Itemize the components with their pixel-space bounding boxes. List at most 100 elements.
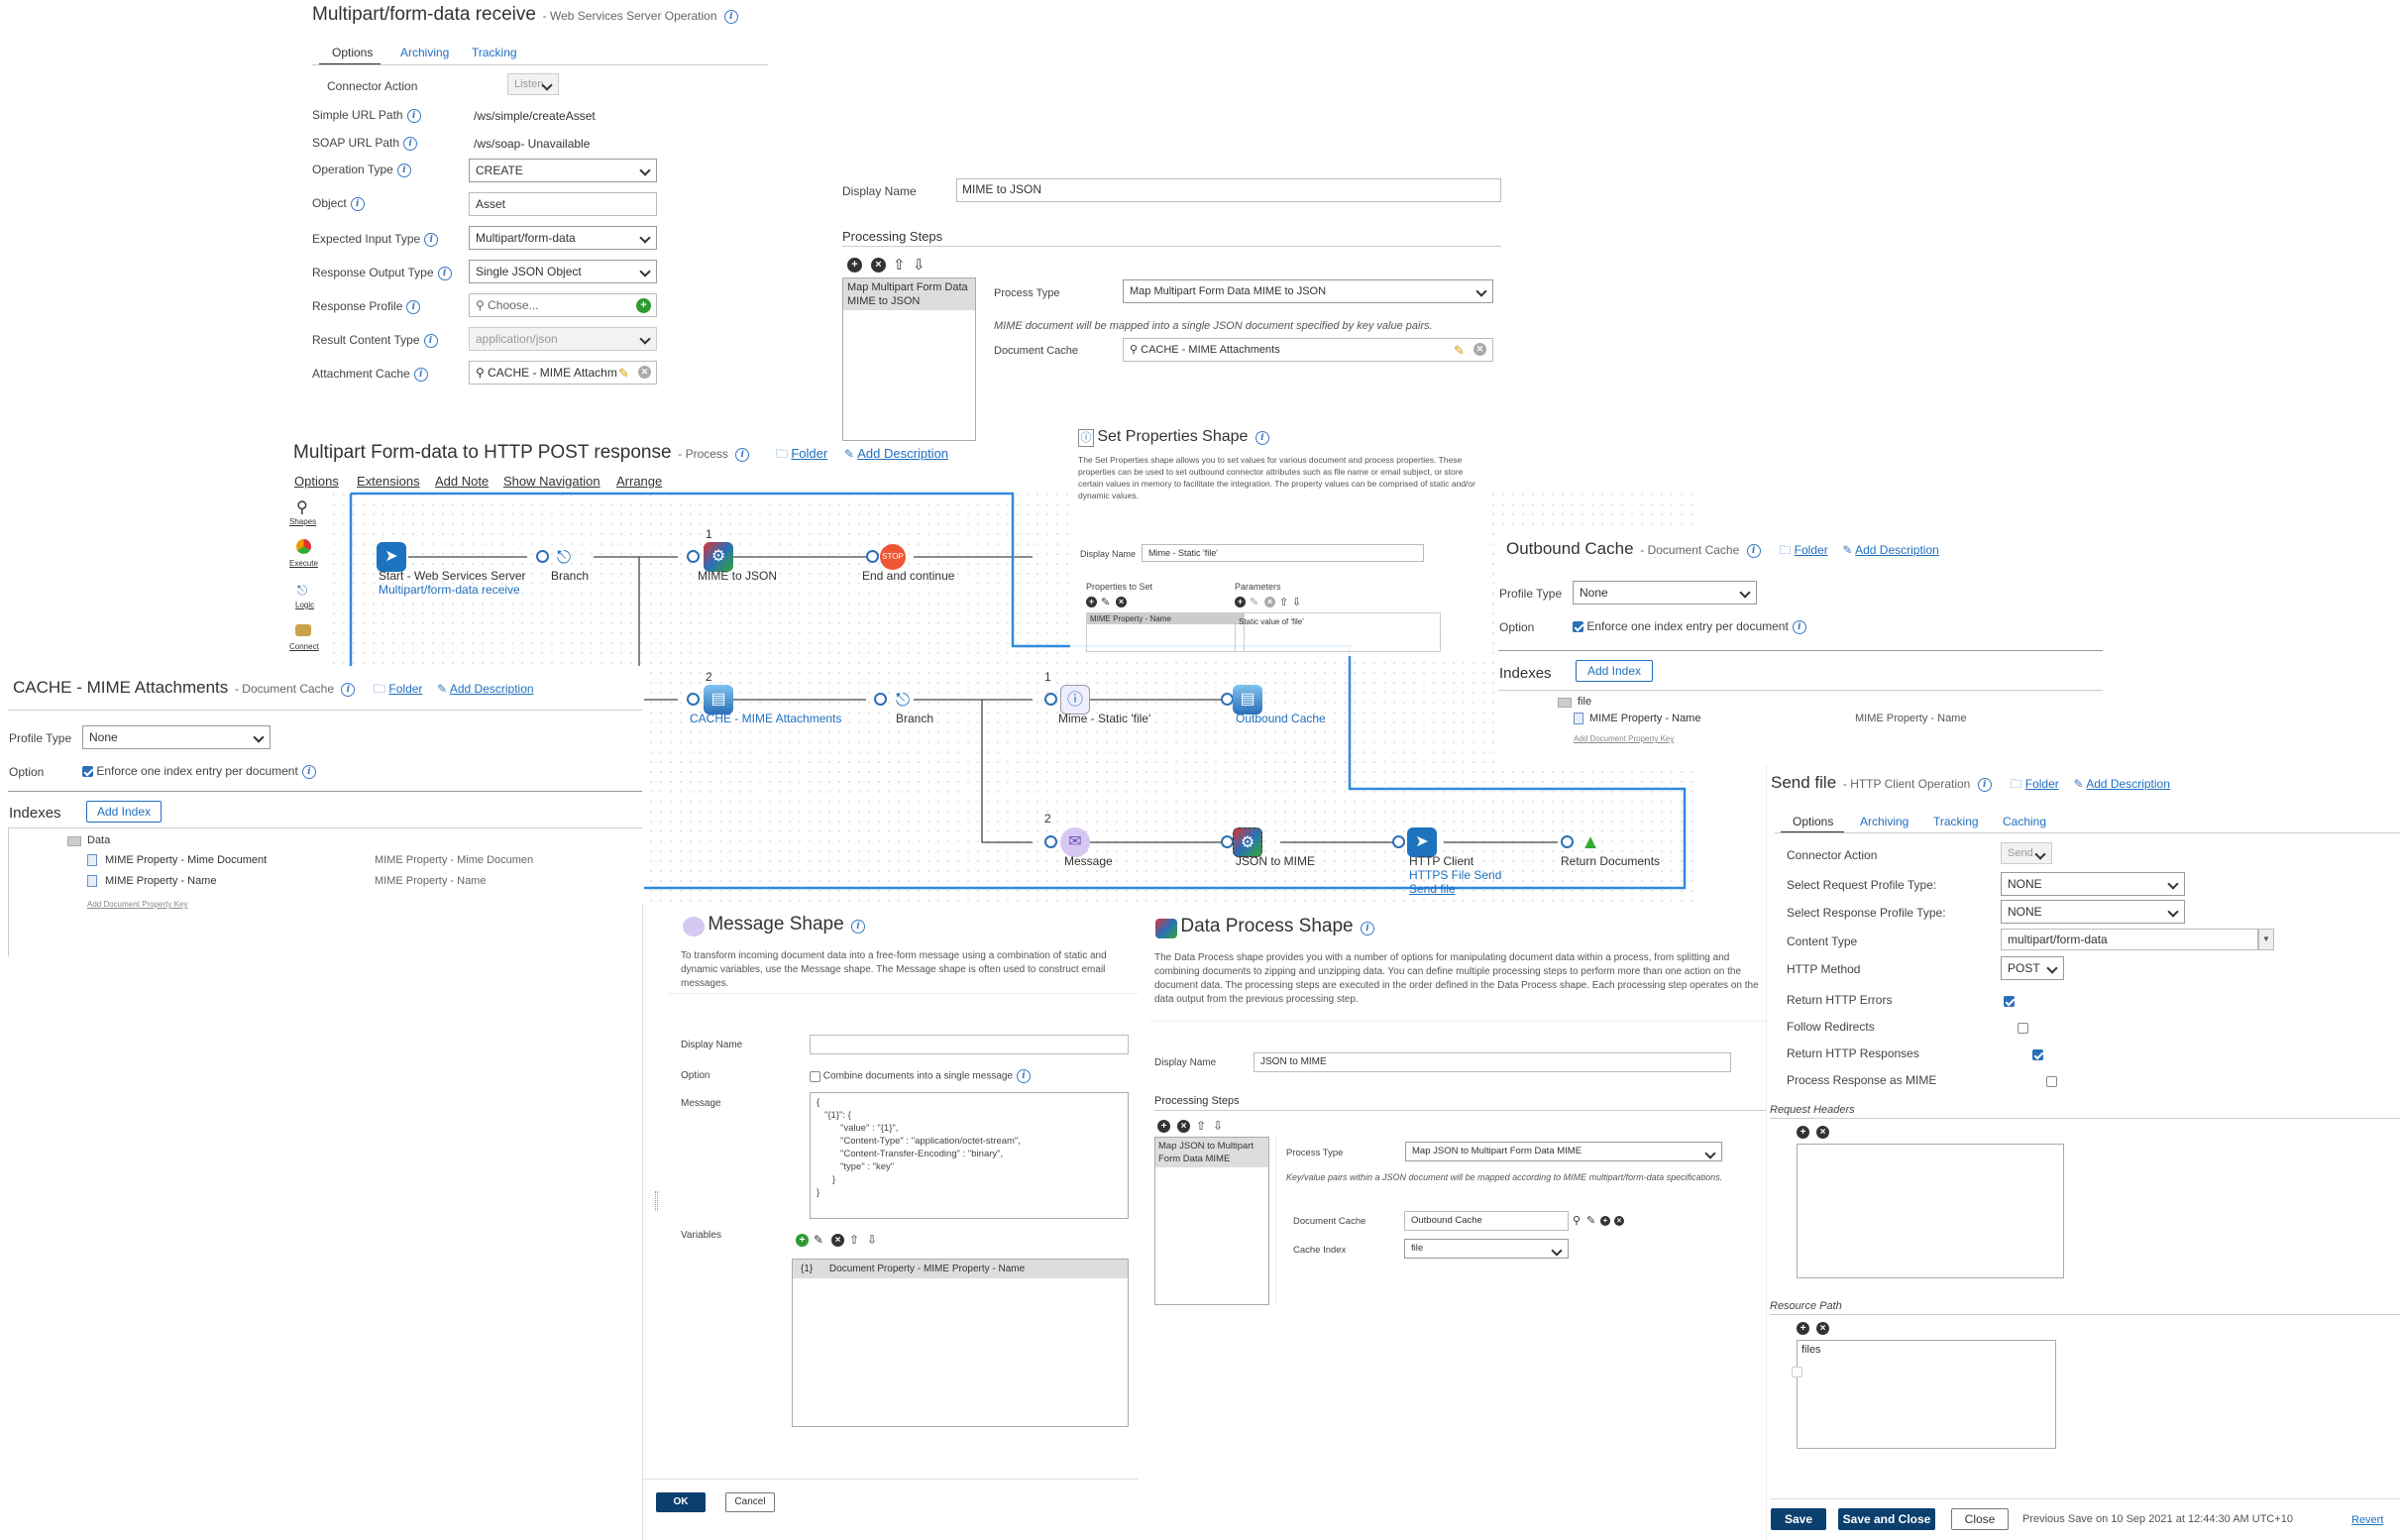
edit-icon[interactable]: ✎ — [1454, 343, 1465, 358]
info-icon[interactable]: i — [437, 266, 452, 280]
operation-type-select[interactable]: CREATE — [469, 159, 657, 182]
move-down-icon[interactable]: ⇩ — [867, 1233, 877, 1248]
info-icon[interactable]: i — [396, 163, 411, 177]
move-up-icon[interactable]: ⇧ — [1196, 1119, 1206, 1134]
profile-type-select[interactable]: None — [1573, 581, 1757, 605]
add-variable-icon[interactable]: + — [796, 1234, 809, 1247]
cache-index-select[interactable]: file — [1404, 1239, 1569, 1259]
move-down-icon[interactable]: ⇩ — [1213, 1119, 1223, 1134]
add-step-icon[interactable]: + — [847, 258, 862, 273]
content-type-dropdown[interactable]: ▼ — [2258, 929, 2274, 950]
move-up-icon[interactable]: ⇧ — [893, 258, 906, 273]
tab-archiving[interactable]: Archiving — [1860, 815, 1909, 828]
save-close-button[interactable]: Save and Close — [1838, 1508, 1935, 1530]
info-icon[interactable]: i — [1977, 777, 1992, 792]
move-up-icon[interactable]: ⇧ — [1279, 596, 1288, 610]
output-type-select[interactable]: Single JSON Object — [469, 260, 657, 283]
info-icon[interactable]: i — [406, 299, 421, 314]
save-button[interactable]: Save — [1771, 1508, 1826, 1530]
combine-checkbox[interactable] — [810, 1070, 820, 1082]
cache-shape[interactable]: ▤ — [704, 685, 733, 715]
outbound-cache-label[interactable]: Outbound Cache — [1236, 712, 1326, 725]
tab-tracking[interactable]: Tracking — [1933, 815, 1979, 828]
stop-shape[interactable]: STOP — [880, 544, 906, 570]
remove-step-icon[interactable]: × — [871, 258, 886, 273]
edit-icon[interactable]: ✎ — [618, 366, 629, 381]
prop-item[interactable]: MIME Property - Name — [1087, 613, 1244, 624]
tab-archiving[interactable]: Archiving — [400, 46, 449, 59]
revert-link[interactable]: Revert — [2351, 1514, 2383, 1526]
object-field[interactable]: Asset — [469, 192, 657, 216]
data-process-shape-2[interactable]: ⚙ — [1233, 827, 1262, 857]
info-icon[interactable]: i — [723, 9, 738, 24]
info-icon[interactable]: i — [1792, 619, 1806, 634]
display-name-field[interactable] — [810, 1035, 1129, 1054]
data-process-shape-1[interactable]: ⚙ — [704, 542, 733, 572]
info-icon[interactable]: i — [1746, 543, 1761, 558]
tab-options[interactable]: Options — [1793, 815, 1833, 828]
tree-root[interactable]: Data — [87, 834, 110, 846]
tab-caching[interactable]: Caching — [2003, 815, 2046, 828]
param-item[interactable]: Static value of 'file' — [1236, 613, 1440, 630]
add-icon[interactable]: + — [1600, 1216, 1610, 1226]
move-down-icon[interactable]: ⇩ — [1292, 596, 1301, 610]
content-type-field[interactable]: multipart/form-data — [2001, 929, 2258, 950]
cache-label[interactable]: CACHE - MIME Attachments — [690, 712, 841, 725]
add-header-icon[interactable]: + — [1797, 1126, 1809, 1139]
remove-param-icon[interactable]: × — [1264, 597, 1275, 607]
add-icon[interactable]: + — [636, 298, 651, 313]
remove-property-icon[interactable]: × — [1116, 597, 1127, 607]
display-name-field[interactable]: JSON to MIME — [1254, 1052, 1731, 1072]
info-icon[interactable]: i — [424, 232, 439, 247]
cancel-button[interactable]: Cancel — [725, 1492, 775, 1512]
profile-type-select[interactable]: None — [82, 725, 271, 749]
resource-path-list[interactable]: files — [1792, 1340, 2056, 1449]
remove-step-icon[interactable]: × — [1177, 1120, 1190, 1133]
remove-header-icon[interactable]: × — [1816, 1126, 1829, 1139]
follow-redirects-checkbox[interactable] — [2018, 1023, 2029, 1035]
clear-icon[interactable]: ✕ — [638, 366, 651, 379]
return-documents-shape[interactable]: ▲ — [1576, 827, 1605, 857]
tree-root[interactable]: file — [1578, 696, 1591, 708]
move-up-icon[interactable]: ⇧ — [849, 1233, 859, 1248]
start-sublabel[interactable]: Multipart/form-data receive — [379, 583, 520, 597]
folder-link[interactable]: Folder — [388, 682, 422, 696]
info-icon[interactable]: i — [1017, 1069, 1031, 1083]
enforce-option[interactable]: Enforce one index entry per document i — [82, 764, 316, 779]
tree-item[interactable]: MIME Property - Name — [105, 875, 216, 887]
edit-icon[interactable]: ✎ — [1101, 596, 1110, 610]
close-button[interactable]: Close — [1951, 1508, 2009, 1530]
enforce-option[interactable]: Enforce one index entry per document i — [1573, 619, 1806, 634]
branch-shape-2[interactable]: ⎋ — [888, 685, 918, 715]
info-icon[interactable]: i — [341, 682, 356, 697]
tab-options[interactable]: Options — [332, 46, 373, 59]
info-icon[interactable]: i — [403, 136, 418, 151]
message-shape[interactable]: ✉ — [1060, 827, 1090, 857]
search-icon[interactable]: ⚲ — [1573, 1214, 1581, 1229]
set-properties-shape[interactable]: ⓘ — [1060, 685, 1090, 715]
message-textarea[interactable]: { "{1}": { "value" : "{1}", "Content-Typ… — [810, 1092, 1129, 1219]
process-mime-checkbox[interactable] — [2046, 1076, 2058, 1088]
add-description-link[interactable]: Add Description — [450, 682, 534, 696]
resource-path-item[interactable]: files — [1798, 1341, 2055, 1359]
clear-icon[interactable]: ✕ — [1473, 343, 1486, 356]
info-icon[interactable]: i — [350, 196, 365, 211]
info-icon[interactable]: i — [423, 333, 438, 348]
folder-link[interactable]: Folder — [2025, 777, 2059, 791]
process-type-select[interactable]: Map Multipart Form Data MIME to JSON — [1123, 279, 1493, 303]
document-cache-field[interactable]: Outbound Cache — [1404, 1211, 1569, 1231]
remove-path-icon[interactable]: × — [1816, 1322, 1829, 1335]
outbound-cache-shape[interactable]: ▤ — [1233, 685, 1262, 715]
remove-icon[interactable]: × — [1614, 1216, 1624, 1226]
add-key-link[interactable]: Add Document Property Key — [87, 900, 187, 909]
ok-button[interactable]: OK — [656, 1492, 706, 1512]
tab-tracking[interactable]: Tracking — [472, 46, 517, 59]
http-method-select[interactable]: POST — [2001, 956, 2064, 980]
add-index-button[interactable]: Add Index — [1576, 660, 1653, 682]
display-name-field[interactable]: Mime - Static 'file' — [1142, 544, 1424, 562]
step-item[interactable]: Map Multipart Form Data MIME to JSON — [843, 278, 975, 310]
process-type-select[interactable]: Map JSON to Multipart Form Data MIME — [1405, 1142, 1722, 1161]
return-responses-checkbox[interactable] — [2031, 1049, 2043, 1061]
add-key-link[interactable]: Add Document Property Key — [1574, 734, 1674, 743]
edit-icon[interactable]: ✎ — [1586, 1214, 1595, 1229]
